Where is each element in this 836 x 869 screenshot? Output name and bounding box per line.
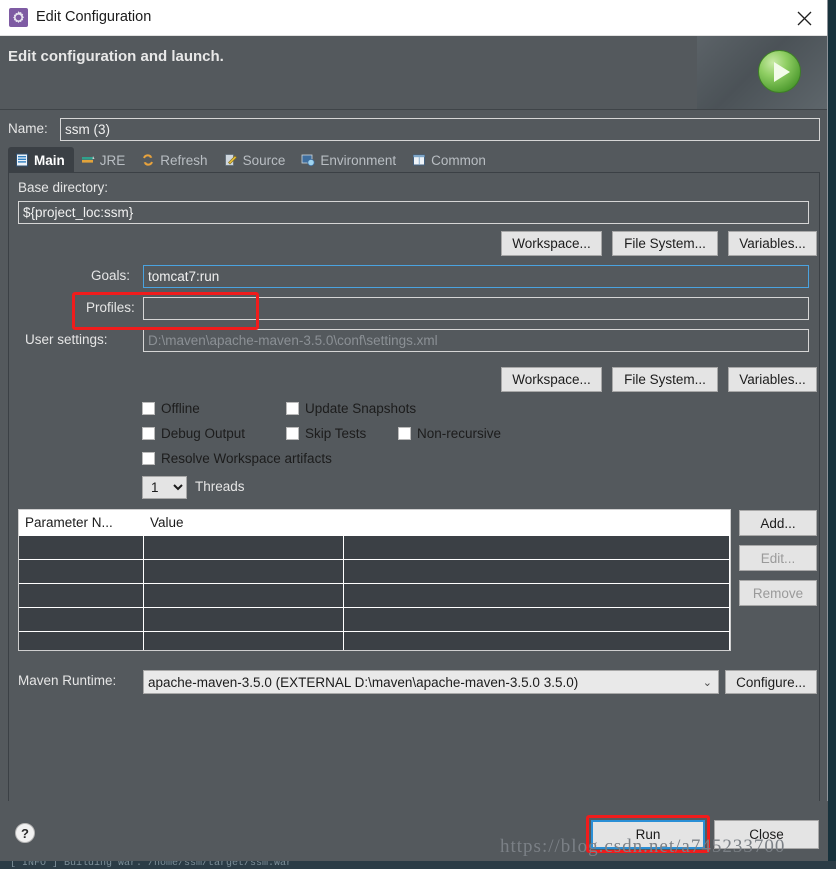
source-pencil-icon [224, 154, 237, 166]
close-icon[interactable] [781, 0, 827, 36]
run-green-play-icon [758, 50, 801, 93]
base-dir-workspace-button[interactable]: Workspace... [501, 231, 602, 256]
base-directory-label: Base directory: [18, 180, 109, 195]
checkbox-resolve-workspace-artifacts[interactable]: Resolve Workspace artifacts [142, 451, 332, 466]
tab-main[interactable]: Main [8, 147, 74, 173]
table-row[interactable] [19, 607, 730, 631]
environment-icon [301, 154, 315, 167]
checkbox-skip-tests-box[interactable] [286, 427, 299, 440]
table-row[interactable] [19, 559, 730, 583]
tab-jre-label: JRE [99, 152, 126, 168]
checkbox-resolve-workspace-artifacts-box[interactable] [142, 452, 155, 465]
user-settings-label: User settings: [25, 332, 108, 347]
checkbox-offline-label: Offline [161, 401, 200, 416]
chevron-down-icon: ⌄ [702, 676, 712, 689]
ide-status-strip: [ INFO ] Building war: /home/ssm/target/… [0, 861, 836, 869]
checkbox-resolve-workspace-artifacts-label: Resolve Workspace artifacts [161, 451, 332, 466]
remove-parameter-button[interactable]: Remove [739, 580, 817, 606]
tab-bar: Main JRE Refresh Source Environment Comm… [8, 146, 820, 173]
window-title: Edit Configuration [36, 9, 152, 25]
tab-environment-label: Environment [320, 152, 397, 168]
common-table-icon [413, 154, 426, 166]
profiles-label: Profiles: [86, 300, 135, 315]
edit-parameter-button[interactable]: Edit... [739, 545, 817, 571]
checkbox-update-snapshots-box[interactable] [286, 402, 299, 415]
edit-configuration-dialog: Edit Configuration Edit configuration an… [0, 0, 828, 861]
tab-environment[interactable]: Environment [294, 147, 405, 173]
goals-label: Goals: [91, 268, 131, 283]
screen: } / e s ) { [ INFO ] Building war: /home… [0, 0, 836, 869]
parameters-table-header: Parameter N... Value [19, 510, 730, 535]
threads-select[interactable]: 1 [142, 476, 187, 499]
run-button[interactable]: Run [591, 820, 705, 849]
checkbox-non-recursive-box[interactable] [398, 427, 411, 440]
maven-runtime-select[interactable]: apache-maven-3.5.0 (EXTERNAL D:\maven\ap… [143, 670, 719, 694]
configure-runtime-button[interactable]: Configure... [725, 670, 817, 694]
table-row[interactable] [19, 631, 730, 650]
tab-jre[interactable]: JRE [74, 147, 135, 173]
checkbox-debug-output-box[interactable] [142, 427, 155, 440]
tab-source[interactable]: Source [217, 147, 295, 173]
maven-runtime-value: apache-maven-3.5.0 (EXTERNAL D:\maven\ap… [148, 674, 579, 690]
checkbox-update-snapshots-label: Update Snapshots [305, 401, 417, 416]
user-settings-file-system-button[interactable]: File System... [612, 367, 718, 392]
dialog-body: Name: Main [0, 110, 828, 861]
name-label: Name: [8, 121, 48, 136]
add-parameter-button[interactable]: Add... [739, 510, 817, 536]
tab-refresh[interactable]: Refresh [134, 147, 216, 173]
dialog-footer: ? Run Close [0, 801, 828, 861]
checkbox-debug-output-label: Debug Output [161, 426, 246, 441]
close-button[interactable]: Close [714, 820, 819, 849]
title-bar: Edit Configuration [0, 0, 827, 36]
threads-label: Threads [195, 479, 245, 494]
tab-refresh-label: Refresh [160, 152, 208, 168]
goals-input[interactable] [143, 265, 809, 288]
column-extra[interactable] [344, 510, 730, 535]
gear-icon [9, 8, 28, 27]
main-document-icon [16, 153, 28, 167]
checkbox-update-snapshots[interactable]: Update Snapshots [286, 401, 416, 416]
header-title: Edit configuration and launch. [8, 48, 224, 65]
dialog-header: Edit configuration and launch. [0, 36, 827, 110]
tab-common-label: Common [431, 152, 486, 168]
checkbox-skip-tests-label: Skip Tests [305, 426, 367, 441]
refresh-arrows-icon [143, 154, 154, 166]
checkbox-skip-tests[interactable]: Skip Tests [286, 426, 366, 441]
column-parameter-name[interactable]: Parameter N... [19, 510, 144, 535]
main-tab-panel: Base directory: Workspace... File System… [8, 172, 820, 804]
table-row[interactable] [19, 583, 730, 607]
checkbox-offline[interactable]: Offline [142, 401, 200, 416]
parameters-table[interactable]: Parameter N... Value [18, 509, 731, 651]
name-row: Name: [8, 118, 820, 142]
tab-source-label: Source [242, 152, 286, 168]
user-settings-variables-button[interactable]: Variables... [728, 367, 817, 392]
base-dir-file-system-button[interactable]: File System... [612, 231, 718, 256]
column-value[interactable]: Value [144, 510, 344, 535]
checkbox-offline-box[interactable] [142, 402, 155, 415]
checkbox-non-recursive[interactable]: Non-recursive [398, 426, 501, 441]
checkbox-non-recursive-label: Non-recursive [417, 426, 502, 441]
base-directory-input[interactable] [18, 201, 809, 224]
tab-main-label: Main [34, 152, 65, 168]
profiles-input[interactable] [143, 297, 809, 320]
user-settings-workspace-button[interactable]: Workspace... [501, 367, 602, 392]
tab-common[interactable]: Common [405, 147, 495, 173]
jre-books-icon [81, 156, 95, 163]
ide-status-text: [ INFO ] Building war: /home/ssm/target/… [10, 861, 293, 869]
user-settings-input[interactable] [143, 329, 809, 352]
name-input[interactable] [60, 118, 820, 141]
table-row[interactable] [19, 535, 730, 559]
help-icon[interactable]: ? [15, 823, 35, 843]
maven-runtime-label: Maven Runtime: [18, 673, 117, 688]
base-dir-variables-button[interactable]: Variables... [728, 231, 817, 256]
checkbox-debug-output[interactable]: Debug Output [142, 426, 245, 441]
